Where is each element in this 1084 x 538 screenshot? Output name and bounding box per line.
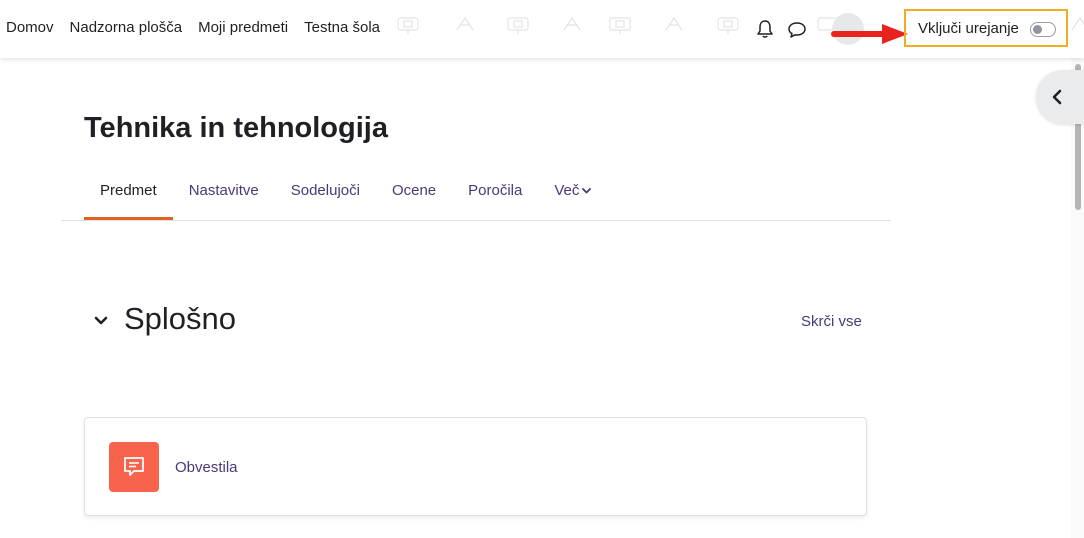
activity-card: Obvestila	[84, 417, 867, 516]
activity-name-link[interactable]: Obvestila	[175, 459, 238, 476]
nav-dashboard-link[interactable]: Nadzorna plošča	[70, 19, 183, 36]
chevron-down-icon	[582, 188, 592, 194]
bell-icon[interactable]	[755, 19, 775, 39]
tab-settings[interactable]: Nastavitve	[173, 182, 275, 220]
tab-label: Nastavitve	[188, 182, 259, 199]
edit-mode-label: Vključi urejanje	[918, 20, 1019, 37]
tab-participants[interactable]: Sodelujoči	[275, 182, 376, 220]
tab-course[interactable]: Predmet	[84, 182, 173, 220]
section-title: Splošno	[124, 301, 237, 336]
nav-school-link[interactable]: Testna šola	[304, 19, 380, 36]
tab-label: Več	[554, 182, 580, 199]
toggle-knob	[1033, 25, 1042, 34]
collapse-all-link[interactable]: Skrči vse	[801, 313, 862, 330]
course-secondary-navigation: Predmet Nastavitve Sodelujoči Ocene Poro…	[84, 182, 607, 220]
annotation-arrow	[831, 24, 908, 44]
edit-mode-toggle[interactable]	[1030, 22, 1056, 37]
tab-grades[interactable]: Ocene	[376, 182, 452, 220]
tab-label: Predmet	[100, 182, 157, 199]
primary-navigation: Domov Nadzorna plošča Moji predmeti Test…	[6, 19, 380, 36]
chevron-down-icon[interactable]	[92, 312, 110, 330]
tab-label: Poročila	[468, 182, 523, 199]
nav-my-courses-link[interactable]: Moji predmeti	[198, 19, 288, 36]
tab-reports[interactable]: Poročila	[452, 182, 538, 220]
tabs-divider	[61, 220, 891, 221]
chevron-left-icon	[1052, 89, 1062, 105]
top-navbar: Domov Nadzorna plošča Moji predmeti Test…	[0, 0, 1084, 58]
forum-icon	[109, 442, 159, 492]
tab-label: Sodelujoči	[290, 182, 360, 199]
course-title: Tehnika in tehnologija	[84, 112, 388, 144]
tab-more[interactable]: Več	[538, 182, 607, 220]
nav-home-link[interactable]: Domov	[6, 19, 54, 36]
message-icon[interactable]	[787, 21, 807, 39]
tab-label: Ocene	[391, 182, 437, 199]
open-block-drawer-button[interactable]	[1036, 70, 1084, 124]
